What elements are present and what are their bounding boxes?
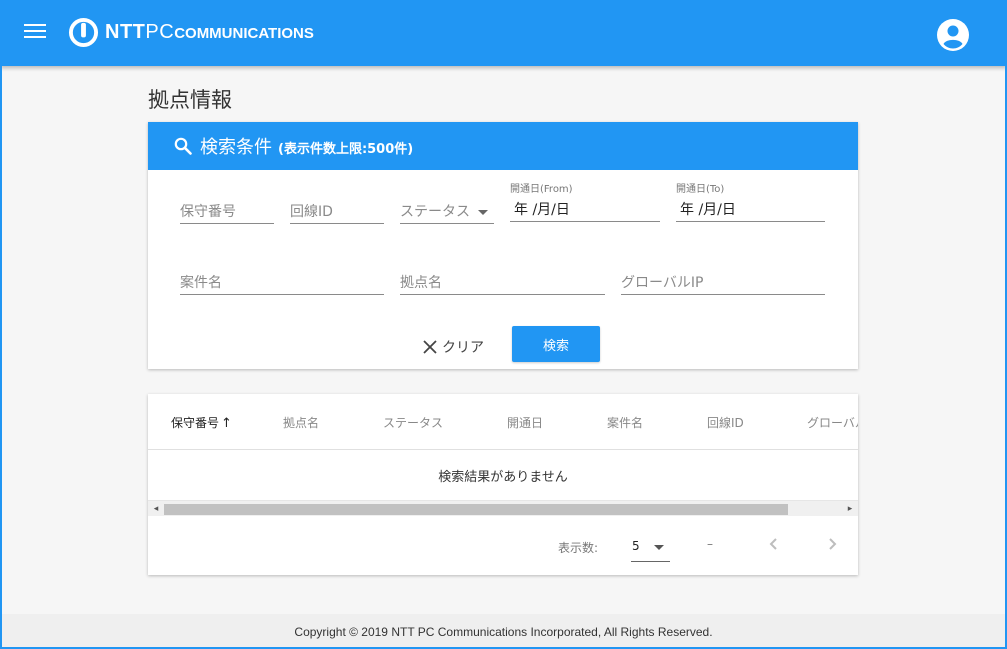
logo-pc: PC bbox=[145, 21, 175, 43]
search-button-label: 検索 bbox=[542, 338, 569, 354]
column-header-site-name[interactable]: 拠点名 bbox=[283, 414, 319, 431]
account-circle-icon[interactable] bbox=[937, 19, 969, 51]
open-date-to-value: 年 /月/日 bbox=[680, 202, 736, 218]
status-select[interactable]: ステータス bbox=[400, 200, 494, 224]
rows-per-page-label: 表示数: bbox=[558, 541, 599, 555]
chevron-down-icon bbox=[654, 545, 664, 550]
column-header-line-id[interactable]: 回線ID bbox=[707, 414, 744, 431]
results-table-header: 保守番号↑ 拠点名 ステータス 開通日 案件名 回線ID グローバル bbox=[148, 394, 858, 450]
chevron-right-icon[interactable] bbox=[822, 534, 842, 554]
column-header-case-name[interactable]: 案件名 bbox=[607, 414, 643, 431]
rows-per-page-value: 5 bbox=[632, 539, 640, 553]
maintenance-number-field[interactable]: 保守番号 bbox=[180, 200, 274, 224]
open-date-from-value: 年 /月/日 bbox=[514, 202, 570, 218]
sort-arrow-up-icon: ↑ bbox=[221, 416, 232, 431]
page-range-text: – bbox=[707, 537, 713, 551]
logo-communications: COMMUNICATIONS bbox=[174, 25, 314, 42]
status-placeholder: ステータス bbox=[400, 204, 470, 220]
open-date-to-field[interactable]: 開通日(To) 年 /月/日 bbox=[676, 184, 825, 222]
column-header-global-ip[interactable]: グローバル bbox=[807, 414, 858, 431]
logo-mark-icon bbox=[68, 17, 99, 48]
hamburger-menu-icon[interactable] bbox=[24, 24, 46, 42]
maintenance-number-placeholder: 保守番号 bbox=[180, 204, 236, 220]
search-panel-header: 検索条件 (表示件数上限:500件) bbox=[148, 122, 858, 170]
open-date-to-label: 開通日(To) bbox=[676, 184, 725, 195]
chevron-down-icon bbox=[478, 210, 488, 215]
search-panel: 検索条件 (表示件数上限:500件) 保守番号 回線ID ステータス 開通日(F… bbox=[148, 122, 858, 369]
footer-copyright: Copyright © 2019 NTT PC Communications I… bbox=[2, 614, 1005, 649]
line-id-field[interactable]: 回線ID bbox=[290, 200, 384, 224]
column-header-open-date[interactable]: 開通日 bbox=[507, 414, 543, 431]
site-name-field[interactable]: 拠点名 bbox=[400, 271, 605, 295]
column-header-maintenance-number[interactable]: 保守番号 ↑ bbox=[171, 414, 232, 431]
search-icon bbox=[174, 137, 192, 155]
clear-button[interactable]: クリア bbox=[422, 332, 484, 362]
column-header-label: 保守番号 bbox=[171, 416, 220, 430]
page-title: 拠点情報 bbox=[148, 88, 232, 112]
line-id-placeholder: 回線ID bbox=[290, 204, 333, 220]
search-button[interactable]: 検索 bbox=[512, 326, 600, 362]
results-panel: 保守番号↑ 拠点名 ステータス 開通日 案件名 回線ID グローバル 検索結果が… bbox=[148, 394, 858, 575]
search-panel-title: 検索条件 bbox=[200, 137, 272, 158]
clear-button-label: クリア bbox=[442, 340, 484, 356]
chevron-left-icon[interactable] bbox=[764, 534, 784, 554]
app-header: NTTPCCOMMUNICATIONS bbox=[0, 0, 1007, 66]
logo-text: NTTPCCOMMUNICATIONS bbox=[105, 21, 314, 44]
scrollbar-thumb[interactable] bbox=[164, 504, 788, 515]
logo-ntt: NTT bbox=[105, 21, 146, 43]
site-name-placeholder: 拠点名 bbox=[400, 275, 442, 291]
global-ip-field[interactable]: グローバルIP bbox=[621, 271, 825, 295]
close-icon bbox=[423, 340, 437, 354]
case-name-field[interactable]: 案件名 bbox=[180, 271, 384, 295]
global-ip-placeholder: グローバルIP bbox=[621, 275, 704, 291]
case-name-placeholder: 案件名 bbox=[180, 275, 222, 291]
empty-results-message: 検索結果がありません bbox=[438, 470, 568, 485]
column-header-status[interactable]: ステータス bbox=[383, 414, 443, 431]
company-logo[interactable]: NTTPCCOMMUNICATIONS bbox=[68, 17, 314, 48]
open-date-from-field[interactable]: 開通日(From) 年 /月/日 bbox=[510, 184, 660, 222]
horizontal-scrollbar[interactable]: ◂ ▸ bbox=[148, 500, 858, 516]
scroll-right-arrow-icon[interactable]: ▸ bbox=[843, 501, 857, 517]
open-date-from-label: 開通日(From) bbox=[510, 184, 573, 195]
search-limit-note: (表示件数上限:500件) bbox=[278, 142, 414, 157]
rows-per-page-select[interactable]: 5 bbox=[631, 532, 670, 562]
scroll-left-arrow-icon[interactable]: ◂ bbox=[149, 501, 163, 517]
